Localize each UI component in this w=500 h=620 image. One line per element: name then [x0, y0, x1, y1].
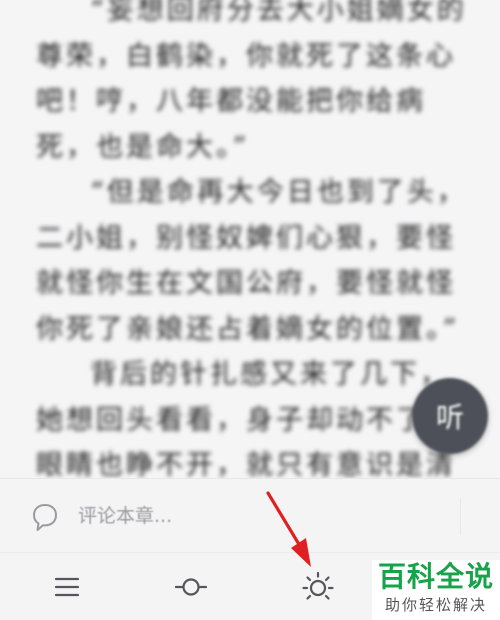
- watermark-title: 百科全说: [377, 560, 494, 593]
- reader-content: “妄想回府分去大小姐嫡女的尊荣，白鹤染，你就死了这条心吧！哼，八年都没能把你给病…: [0, 0, 500, 478]
- comment-input[interactable]: [78, 501, 378, 531]
- progress-icon: [174, 578, 208, 596]
- listen-label: 听: [435, 401, 464, 434]
- watermark-logo: 百科全说 助你轻松解决: [372, 560, 500, 620]
- brightness-icon: [302, 571, 334, 600]
- divider: [460, 499, 461, 535]
- paragraph: 背后的针扎感又来了几下，她想回头看看，身子却动不了，眼睛也睁不开，就只有意识是清…: [36, 359, 456, 478]
- progress-button[interactable]: [174, 571, 208, 603]
- comment-bar: [0, 478, 500, 552]
- brightness-button[interactable]: [302, 571, 334, 603]
- menu-button[interactable]: [51, 571, 83, 603]
- listen-button[interactable]: 听: [412, 378, 488, 454]
- comment-icon: [32, 503, 58, 533]
- paragraph: “妄想回府分去大小姐嫡女的尊荣，白鹤染，你就死了这条心吧！哼，八年都没能把你给病…: [36, 0, 467, 163]
- paragraph: “但是命再大今日也到了头，二小姐，别怪奴婢们心狠，要怪就怪你生在文国公府，要怪就…: [36, 177, 467, 345]
- menu-icon: [54, 577, 80, 597]
- watermark-subtitle: 助你轻松解决: [384, 596, 487, 614]
- chapter-text: “妄想回府分去大小姐嫡女的尊荣，白鹤染，你就死了这条心吧！哼，八年都没能把你给病…: [36, 0, 476, 478]
